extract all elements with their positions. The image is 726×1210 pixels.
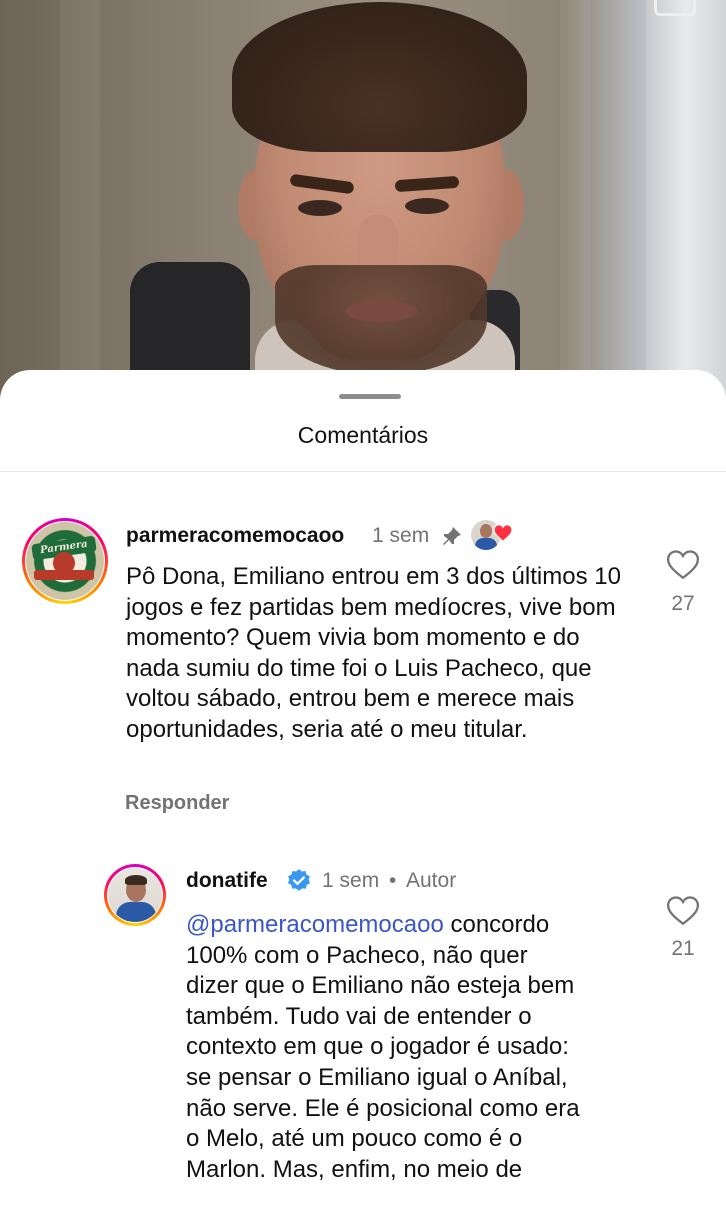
parmera-logo: Parmera [26, 522, 104, 600]
divider [0, 471, 726, 472]
mention-link[interactable]: @parmeracomemocaoo [186, 911, 444, 938]
sheet-title: Comentários [297, 422, 429, 448]
wall-panel [60, 0, 100, 420]
avatar[interactable]: Parmera [22, 518, 108, 604]
person-eye [405, 198, 449, 214]
comment-username[interactable]: donatife [186, 869, 268, 893]
comment-username[interactable]: parmeracomemocaoo [126, 524, 344, 548]
person-hair [232, 2, 527, 152]
pin-icon [443, 527, 461, 545]
video-frame[interactable] [0, 0, 726, 420]
reply-button[interactable]: Responder [125, 792, 229, 815]
camera-icon [654, 0, 696, 16]
like-heart-icon[interactable] [666, 549, 700, 581]
window-blinds [646, 0, 726, 420]
comments-sheet: Comentários Parmera parmeracomemocaoo 1 … [0, 370, 726, 1210]
like-heart-icon[interactable] [666, 895, 700, 927]
heart-filled-icon [493, 524, 513, 542]
person-eye [298, 200, 342, 216]
verified-badge-icon [287, 869, 311, 891]
comment-text: Pô Dona, Emiliano entrou em 3 dos último… [126, 563, 621, 743]
like-count: 21 [671, 937, 695, 960]
person-mouth [345, 300, 417, 322]
author-photo [108, 868, 162, 922]
comment-text: @parmeracomemocaoo concordo 100% com o P… [186, 911, 580, 1183]
comment-time: 1 sem [372, 524, 430, 547]
wall-panel [560, 0, 590, 420]
like-count: 27 [671, 592, 695, 615]
avatar[interactable] [104, 864, 166, 926]
meta-separator: • [389, 869, 397, 892]
drag-handle[interactable] [339, 394, 401, 399]
comment-time: 1 sem [322, 869, 380, 892]
logo-banner [34, 570, 94, 580]
author-badge: Autor [406, 869, 457, 892]
